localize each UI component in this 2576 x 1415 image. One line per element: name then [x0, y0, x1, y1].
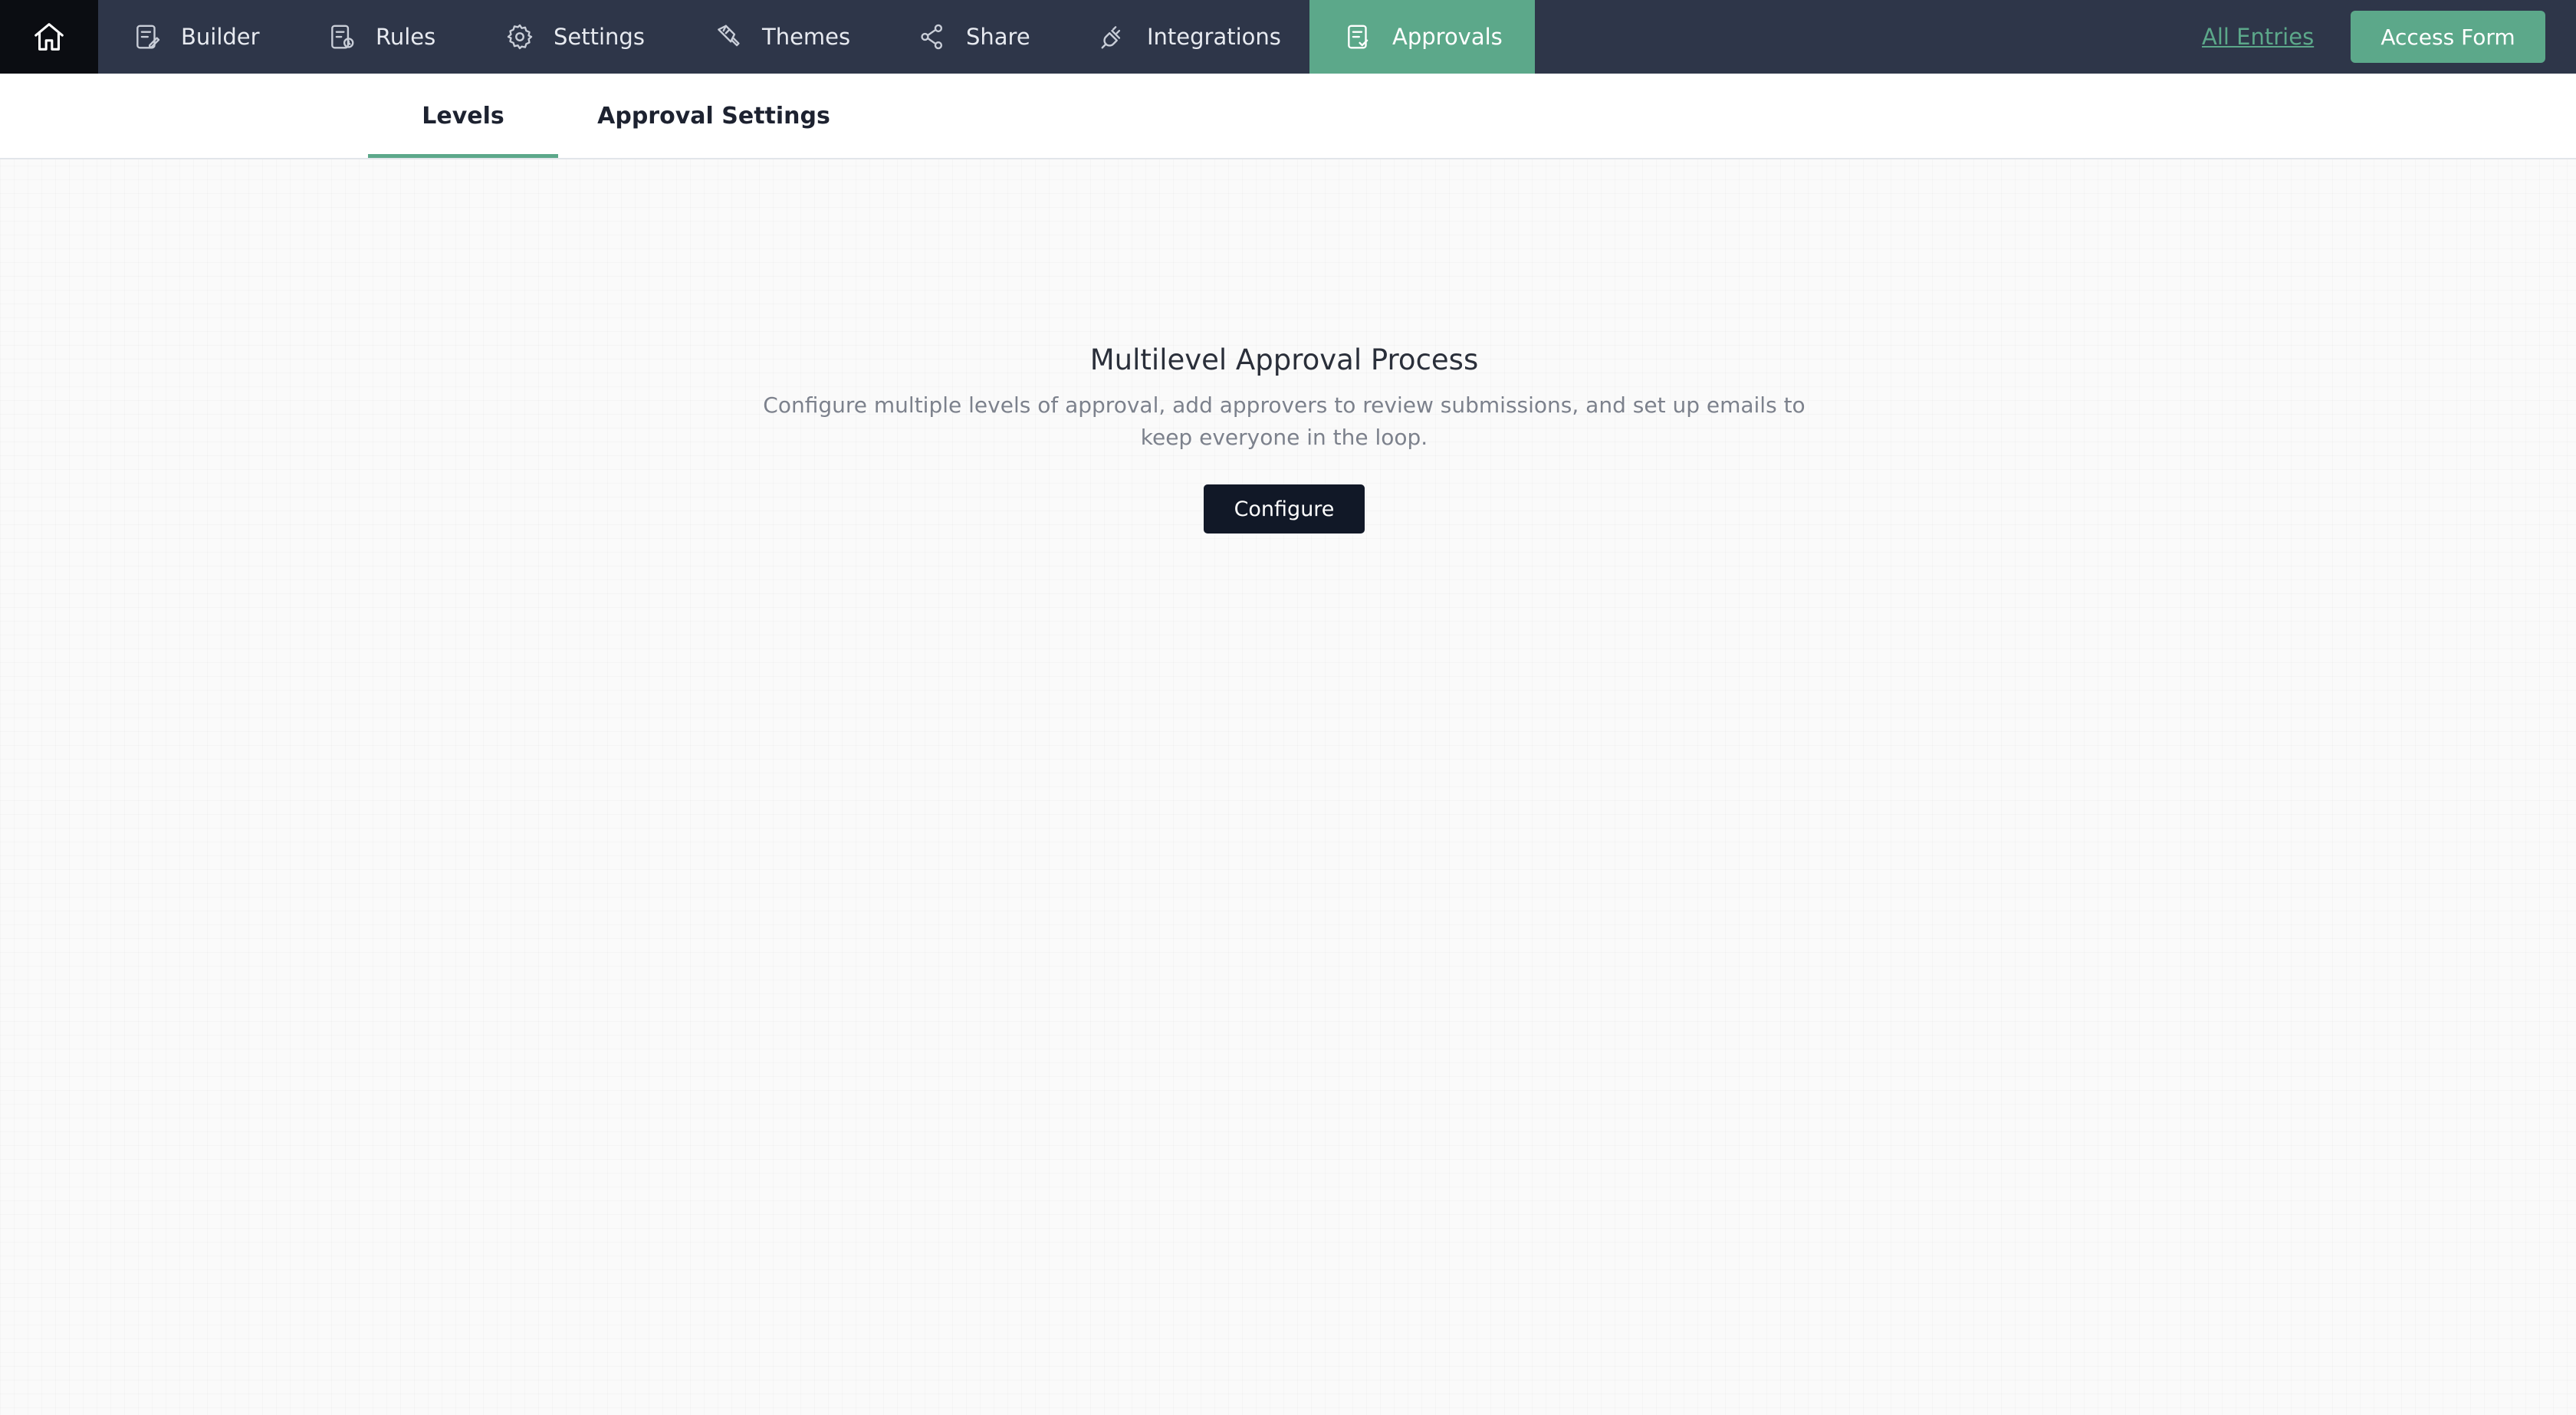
approval-tabs: Levels Approval Settings: [0, 74, 2576, 159]
nav-integrations[interactable]: Integrations: [1098, 0, 1281, 74]
nav-approvals[interactable]: Approvals: [1309, 0, 1535, 74]
empty-state-panel: Multilevel Approval Process Configure mu…: [675, 337, 1894, 533]
gear-icon: [504, 21, 535, 52]
nav-integrations-label: Integrations: [1147, 24, 1281, 50]
paint-brush-icon: [713, 21, 744, 52]
nav-builder[interactable]: Builder: [132, 0, 260, 74]
empty-state-description: Configure multiple levels of approval, a…: [763, 392, 1806, 450]
approval-checklist-icon: [1343, 21, 1374, 52]
all-entries-link[interactable]: All Entries: [2202, 0, 2314, 74]
nav-rules[interactable]: Rules: [327, 0, 435, 74]
tab-levels[interactable]: Levels: [368, 74, 558, 158]
top-nav-bar: Builder Rules Settings Themes Share Inte…: [0, 0, 2576, 74]
nav-themes-label: Themes: [762, 24, 851, 50]
nav-settings-label: Settings: [554, 24, 645, 50]
access-form-button[interactable]: Access Form: [2351, 11, 2545, 63]
tab-approval-settings[interactable]: Approval Settings: [587, 74, 840, 158]
share-icon: [917, 21, 948, 52]
form-builder-icon: [132, 21, 163, 52]
nav-themes[interactable]: Themes: [713, 0, 850, 74]
nav-settings[interactable]: Settings: [504, 0, 645, 74]
nav-approvals-label: Approvals: [1392, 24, 1503, 50]
configure-button[interactable]: Configure: [1204, 484, 1365, 533]
home-icon: [34, 23, 64, 51]
nav-builder-label: Builder: [181, 24, 260, 50]
plug-icon: [1098, 21, 1129, 52]
nav-share-label: Share: [966, 24, 1030, 50]
home-button[interactable]: [0, 0, 98, 74]
rules-icon: [327, 21, 357, 52]
empty-state-title: Multilevel Approval Process: [1089, 343, 1479, 376]
nav-rules-label: Rules: [376, 24, 436, 50]
nav-share[interactable]: Share: [917, 0, 1030, 74]
